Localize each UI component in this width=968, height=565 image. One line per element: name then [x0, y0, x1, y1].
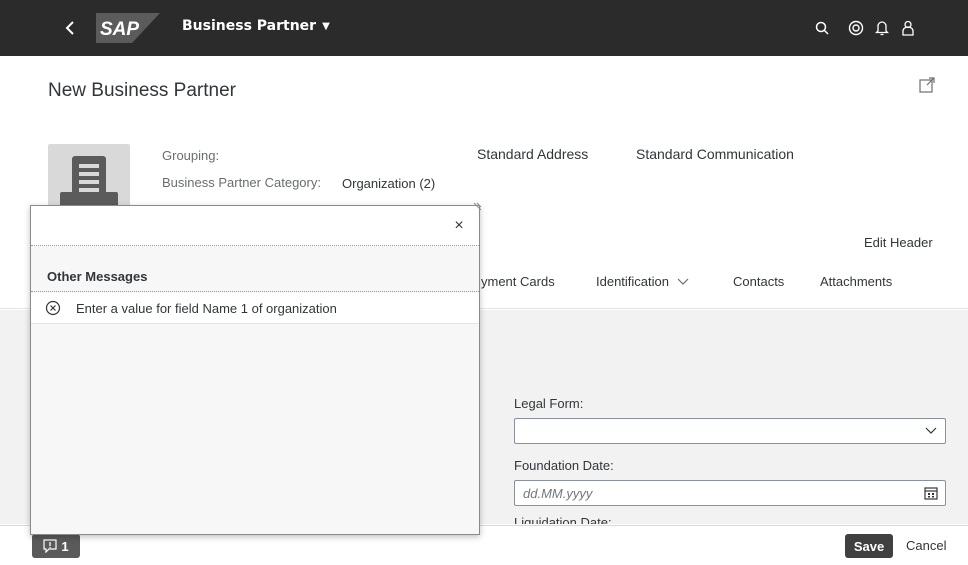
sap-logo[interactable]: SAP [96, 13, 160, 43]
user-icon[interactable] [898, 18, 918, 38]
popover-header: × [31, 206, 479, 246]
tab-label: Identification [596, 274, 669, 289]
message-text: Enter a value for field Name 1 of organi… [76, 301, 337, 316]
cancel-button[interactable]: Cancel [906, 538, 946, 553]
foundation-date-input[interactable]: dd.MM.yyyy [514, 480, 946, 506]
app-title: Business Partner [182, 18, 317, 34]
tab-payment-cards[interactable]: yment Cards [481, 274, 555, 289]
grouping-label: Grouping: [162, 148, 220, 163]
message-popover: × Other Messages Enter a value for field… [30, 205, 480, 535]
search-icon[interactable] [812, 18, 832, 38]
tab-identification[interactable]: Identification [596, 274, 689, 289]
tab-contacts[interactable]: Contacts [733, 274, 784, 289]
shell-bar: SAP Business Partner ▼ [0, 0, 968, 56]
liquidation-date-label: Liquidation Date: [514, 515, 612, 524]
message-group-header: Other Messages [31, 262, 479, 292]
save-button[interactable]: Save [845, 534, 893, 558]
share-icon[interactable] [918, 76, 938, 96]
message-icon [43, 539, 57, 553]
logo-text: SAP [100, 19, 139, 40]
foundation-date-placeholder: dd.MM.yyyy [523, 486, 593, 501]
legal-form-select[interactable] [514, 418, 946, 444]
category-label: Business Partner Category: [162, 175, 321, 190]
foundation-date-label: Foundation Date: [514, 458, 614, 473]
category-value: Organization (2) [342, 176, 436, 191]
close-icon[interactable]: × [449, 216, 469, 236]
message-group-title: Other Messages [47, 269, 148, 284]
tab-label: Contacts [733, 274, 785, 289]
chevron-down-icon [677, 274, 689, 289]
calendar-icon[interactable] [923, 485, 939, 501]
message-item[interactable]: Enter a value for field Name 1 of organi… [31, 293, 479, 324]
caret-down-icon: ▼ [322, 20, 330, 32]
page-title: New Business Partner [48, 80, 236, 101]
message-popover-button[interactable]: 1 [32, 534, 80, 558]
tab-label: Attachments [820, 274, 893, 289]
copilot-icon[interactable] [846, 18, 866, 38]
chevron-left-icon[interactable] [58, 16, 82, 40]
legal-form-label: Legal Form: [514, 396, 584, 411]
chevron-down-icon[interactable] [923, 423, 939, 439]
standard-communication-link[interactable]: Standard Communication [636, 146, 794, 162]
error-circle-icon [45, 300, 61, 316]
popover-resize-handle[interactable] [472, 199, 482, 211]
app-title-menu[interactable]: Business Partner ▼ [182, 18, 330, 34]
message-count: 1 [61, 538, 69, 554]
tab-label: yment Cards [481, 274, 555, 289]
tab-attachments[interactable]: Attachments [820, 274, 892, 289]
standard-address-link[interactable]: Standard Address [477, 146, 588, 162]
bell-icon[interactable] [872, 18, 892, 38]
edit-header-button[interactable]: Edit Header [864, 235, 933, 250]
